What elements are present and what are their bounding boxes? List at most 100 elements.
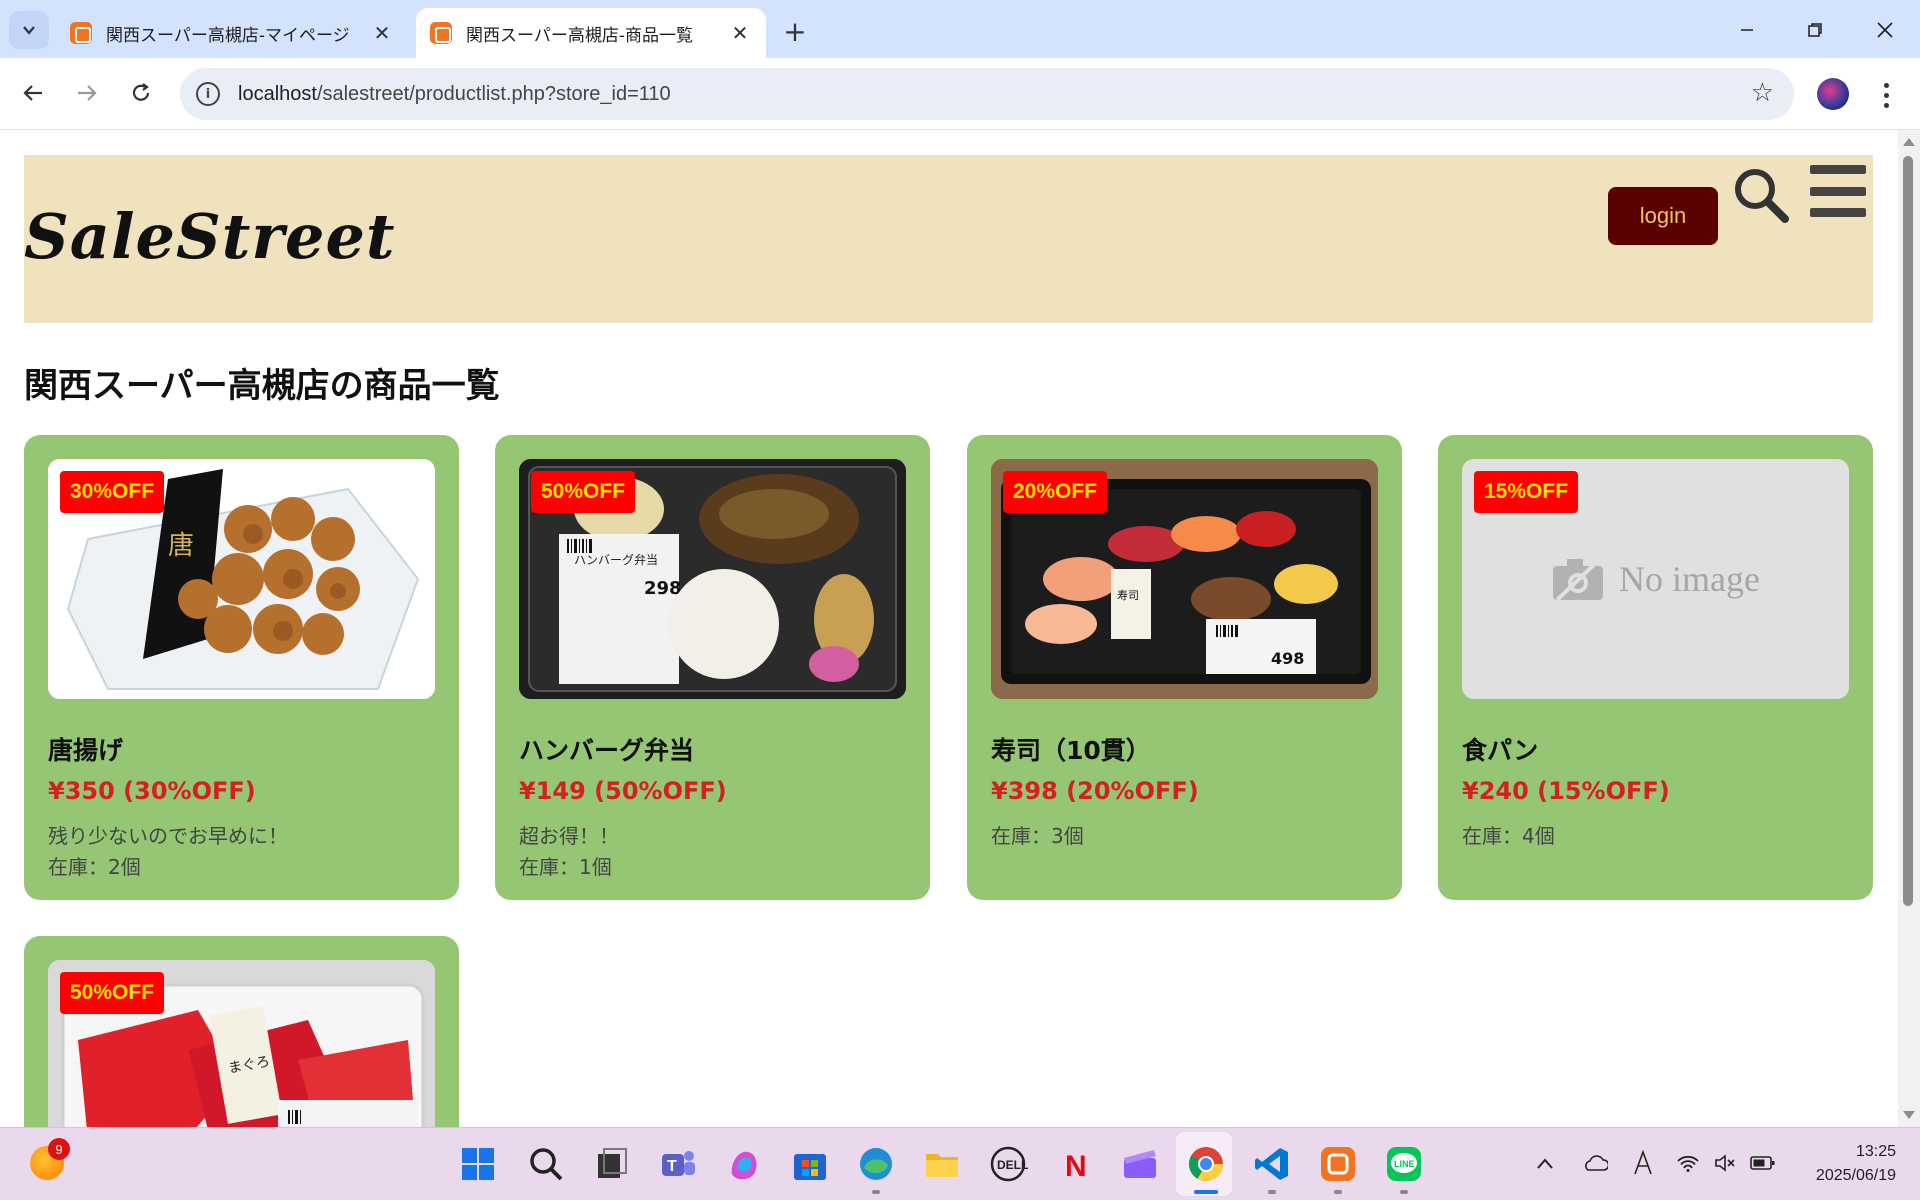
- windows-start-icon[interactable]: [458, 1144, 498, 1184]
- close-icon: [1877, 22, 1893, 38]
- minimize-icon: [1741, 29, 1753, 31]
- tab-title: 関西スーパー高槻店-マイページ: [106, 25, 350, 46]
- page-scrollbar[interactable]: [1898, 130, 1920, 1127]
- product-description: 残り少ないのでお早めに！: [48, 824, 288, 848]
- taskbar: 9 T DELL N LINE 13:25 2025/06/19: [0, 1127, 1920, 1200]
- close-icon[interactable]: ✕: [370, 21, 394, 45]
- file-explorer-icon[interactable]: [922, 1144, 962, 1184]
- bookmark-star-icon[interactable]: ☆: [1751, 80, 1774, 106]
- product-price: ¥240 (15%OFF): [1462, 777, 1670, 805]
- scroll-up-icon[interactable]: [1903, 138, 1915, 146]
- product-card[interactable]: まぐろ 50%OFF: [24, 936, 459, 1127]
- scroll-down-icon[interactable]: [1903, 1111, 1915, 1119]
- product-stock: 在庫：1個: [519, 855, 612, 879]
- netflix-icon[interactable]: N: [1054, 1144, 1094, 1184]
- search-icon[interactable]: [526, 1144, 566, 1184]
- product-price: ¥398 (20%OFF): [991, 777, 1199, 805]
- line-icon[interactable]: LINE: [1384, 1144, 1424, 1184]
- teams-icon[interactable]: T: [658, 1144, 698, 1184]
- discount-badge: 50%OFF: [60, 972, 165, 1014]
- hamburger-menu-icon[interactable]: [1810, 165, 1866, 217]
- url-host: localhost: [238, 82, 317, 105]
- svg-text:298: 298: [644, 578, 682, 599]
- close-icon[interactable]: ✕: [728, 21, 752, 45]
- no-image-text: No image: [1619, 559, 1760, 599]
- url-text: localhost/salestreet/productlist.php?sto…: [238, 83, 671, 106]
- notification-badge: 9: [48, 1138, 70, 1160]
- clipchamp-icon[interactable]: [1120, 1144, 1160, 1184]
- microsoft-store-icon[interactable]: [790, 1144, 830, 1184]
- chevron-up-icon[interactable]: [1536, 1156, 1554, 1170]
- volume-muted-icon[interactable]: [1714, 1154, 1738, 1172]
- restore-icon: [1808, 23, 1822, 37]
- restore-button[interactable]: [1790, 10, 1840, 50]
- product-name: 唐揚げ: [48, 736, 124, 765]
- product-name: ハンバーグ弁当: [519, 736, 695, 765]
- arrow-left-icon: [23, 85, 42, 101]
- discount-badge: 50%OFF: [531, 471, 636, 513]
- running-indicator: [1400, 1190, 1408, 1194]
- active-indicator: [1194, 1190, 1218, 1194]
- xampp-icon[interactable]: [1318, 1144, 1358, 1184]
- chrome-icon[interactable]: [1186, 1144, 1226, 1184]
- system-clock[interactable]: 13:25 2025/06/19: [1816, 1140, 1896, 1188]
- product-price: ¥149 (50%OFF): [519, 777, 727, 805]
- product-name: 食パン: [1462, 736, 1539, 765]
- product-stock: 在庫：4個: [1462, 824, 1555, 848]
- product-card[interactable]: 唐 30%OFF 唐揚げ ¥350 (30%OFF) 残り少ないのでお早めに！ …: [24, 435, 459, 900]
- tab-strip: 関西スーパー高槻店-マイページ ✕ 関西スーパー高槻店-商品一覧 ✕ +: [0, 0, 1920, 58]
- product-stock: 在庫：2個: [48, 855, 141, 879]
- reload-button[interactable]: [122, 74, 160, 112]
- discount-badge: 15%OFF: [1474, 471, 1579, 513]
- svg-text:LINE: LINE: [1394, 1159, 1415, 1169]
- profile-avatar[interactable]: [1817, 78, 1849, 110]
- svg-text:ハンバーグ弁当: ハンバーグ弁当: [574, 552, 658, 567]
- site-info-icon[interactable]: i: [196, 82, 220, 106]
- browser-toolbar: i localhost/salestreet/productlist.php?s…: [0, 58, 1920, 130]
- task-view-icon[interactable]: [592, 1144, 632, 1184]
- vscode-icon[interactable]: [1252, 1144, 1292, 1184]
- tab-search-button[interactable]: [9, 11, 49, 49]
- edge-icon[interactable]: [856, 1144, 896, 1184]
- discount-badge: 30%OFF: [60, 471, 165, 513]
- minimize-button[interactable]: [1722, 10, 1772, 50]
- tab-title: 関西スーパー高槻店-商品一覧: [466, 25, 693, 46]
- page-viewport: SaleStreet login 関西スーパー高槻店の商品一覧 唐 30%OFF…: [0, 130, 1920, 1127]
- xampp-favicon-icon: [70, 22, 92, 44]
- product-price: ¥350 (30%OFF): [48, 777, 256, 805]
- running-indicator: [1268, 1190, 1276, 1194]
- no-image-placeholder: No image: [1551, 556, 1760, 602]
- svg-text:498: 498: [1271, 649, 1304, 668]
- scrollbar-thumb[interactable]: [1903, 156, 1913, 906]
- discount-badge: 20%OFF: [1003, 471, 1108, 513]
- tab-productlist[interactable]: 関西スーパー高槻店-商品一覧 ✕: [416, 8, 766, 58]
- site-logo[interactable]: SaleStreet: [24, 200, 396, 273]
- ime-indicator-icon[interactable]: [1632, 1150, 1654, 1176]
- forward-button[interactable]: [68, 74, 106, 112]
- product-card[interactable]: ハンバーグ弁当 298 50%OFF ハンバーグ弁当 ¥149 (50%OFF)…: [495, 435, 930, 900]
- reload-icon: [132, 83, 150, 101]
- svg-text:T: T: [667, 1158, 677, 1175]
- onedrive-cloud-icon[interactable]: [1582, 1154, 1608, 1172]
- product-description: 超お得！！: [519, 824, 619, 848]
- back-button[interactable]: [14, 74, 52, 112]
- close-window-button[interactable]: [1860, 10, 1910, 50]
- svg-text:DELL: DELL: [997, 1158, 1028, 1172]
- running-indicator: [1334, 1190, 1342, 1194]
- dell-icon[interactable]: DELL: [988, 1144, 1028, 1184]
- arrow-right-icon: [78, 85, 97, 101]
- battery-icon[interactable]: [1750, 1155, 1776, 1171]
- site-header: SaleStreet login: [24, 155, 1873, 323]
- new-tab-button[interactable]: +: [778, 14, 812, 48]
- tab-mypage[interactable]: 関西スーパー高槻店-マイページ ✕: [56, 8, 408, 58]
- product-card[interactable]: No image 15%OFF 食パン ¥240 (15%OFF) 在庫：4個: [1438, 435, 1873, 900]
- login-button[interactable]: login: [1608, 187, 1718, 245]
- url-path: /salestreet/productlist.php?store_id=110: [316, 82, 671, 105]
- browser-menu-button[interactable]: [1876, 76, 1896, 114]
- search-icon[interactable]: [1731, 165, 1791, 225]
- address-bar[interactable]: i localhost/salestreet/productlist.php?s…: [180, 68, 1794, 120]
- wifi-icon[interactable]: [1676, 1154, 1700, 1172]
- copilot-icon[interactable]: [724, 1144, 764, 1184]
- svg-text:唐: 唐: [168, 531, 194, 561]
- product-card[interactable]: 寿司 498 20%OFF 寿司（10貫） ¥398 (20%OFF) 在庫：3…: [967, 435, 1402, 900]
